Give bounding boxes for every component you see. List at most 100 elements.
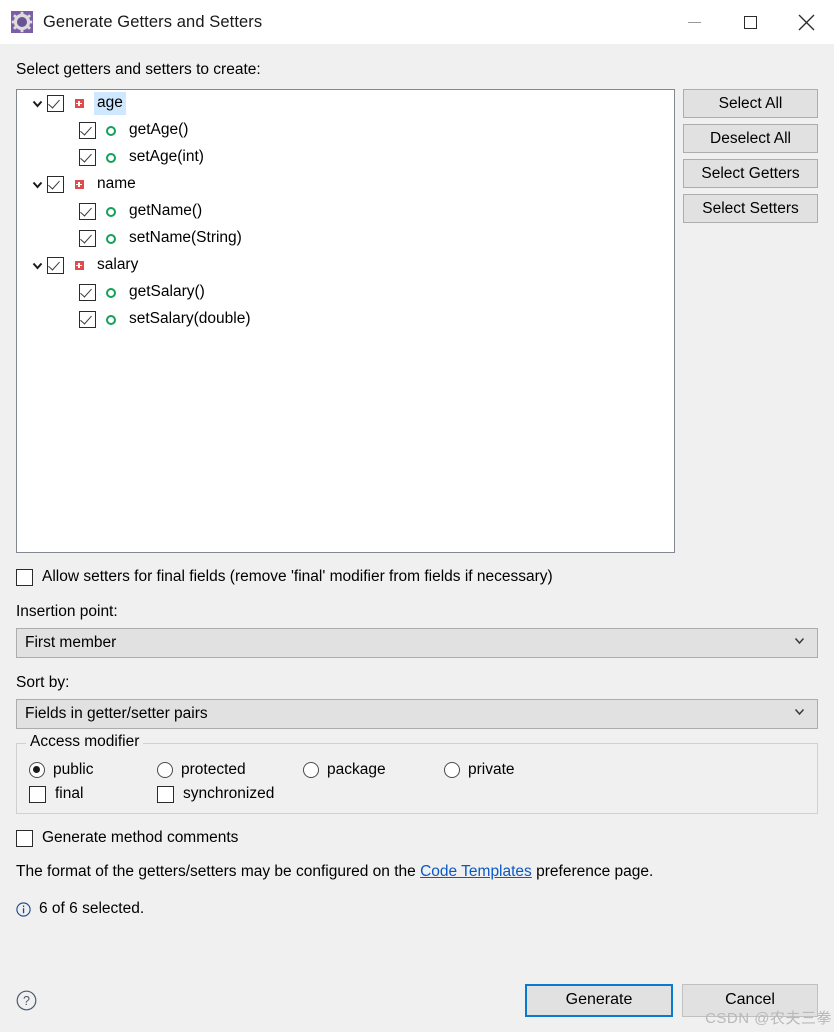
tree-row[interactable]: getSalary() (17, 279, 674, 306)
tree-row[interactable]: getName() (17, 198, 674, 225)
deselect-all-button[interactable]: Deselect All (683, 124, 818, 153)
tree-row[interactable]: setAge(int) (17, 144, 674, 171)
radio-protected[interactable]: protected (157, 761, 303, 779)
minimize-icon (688, 22, 701, 23)
generate-comments-label: Generate method comments (42, 828, 238, 848)
radio-package-label: package (327, 761, 386, 779)
access-modifier-title: Access modifier (26, 733, 143, 751)
sort-by-select[interactable]: Fields in getter/setter pairs (16, 699, 818, 729)
maximize-icon (744, 16, 757, 29)
public-method-icon (104, 286, 118, 300)
help-icon[interactable]: ? (16, 990, 37, 1011)
tree-checkbox[interactable] (47, 257, 64, 274)
check-synchronized-box[interactable] (157, 786, 174, 803)
tree-row[interactable]: getAge() (17, 117, 674, 144)
public-method-icon (104, 313, 118, 327)
tree-checkbox[interactable] (79, 284, 96, 301)
format-note-after: preference page. (532, 863, 654, 880)
insertion-point-label: Insertion point: (16, 602, 818, 622)
tree-row[interactable]: name (17, 171, 674, 198)
access-modifier-radios: public protected package private (29, 761, 805, 779)
tree-checkbox[interactable] (79, 230, 96, 247)
tree-checkbox[interactable] (79, 203, 96, 220)
minimize-button[interactable] (666, 0, 722, 44)
status-message: 6 of 6 selected. (16, 900, 818, 918)
svg-text:?: ? (23, 994, 30, 1008)
tree-item-label: getAge() (126, 119, 191, 142)
private-field-icon (72, 97, 86, 111)
radio-public[interactable]: public (29, 761, 157, 779)
tree-item-label: setSalary(double) (126, 308, 253, 331)
radio-package-indicator[interactable] (303, 762, 319, 778)
title-bar: Generate Getters and Setters (0, 0, 834, 44)
check-synchronized[interactable]: synchronized (157, 785, 274, 803)
check-final-box[interactable] (29, 786, 46, 803)
tree-checkbox[interactable] (47, 95, 64, 112)
tree-checkbox[interactable] (47, 176, 64, 193)
chevron-down-icon[interactable] (27, 97, 47, 110)
tree-checkbox[interactable] (79, 149, 96, 166)
insertion-point-select[interactable]: First member (16, 628, 818, 658)
tree-item-label: name (94, 173, 139, 196)
tree-row[interactable]: age (17, 90, 674, 117)
access-modifier-checks: final synchronized (29, 785, 805, 803)
radio-protected-indicator[interactable] (157, 762, 173, 778)
tree-checkbox[interactable] (79, 311, 96, 328)
allow-setters-final-label: Allow setters for final fields (remove '… (42, 567, 553, 587)
page-title: Select getters and setters to create: (16, 44, 818, 80)
format-note: The format of the getters/setters may be… (16, 862, 818, 882)
dialog-footer: ? Generate Cancel (16, 982, 818, 1018)
check-final[interactable]: final (29, 785, 157, 803)
sort-by-label: Sort by: (16, 673, 818, 693)
cancel-button[interactable]: Cancel (682, 984, 818, 1017)
tree-item-label: getName() (126, 200, 205, 223)
tree-item-label: setName(String) (126, 227, 245, 250)
tree-row[interactable]: salary (17, 252, 674, 279)
dialog-body: Select getters and setters to create: ag… (0, 44, 834, 1032)
insertion-point-value: First member (25, 634, 116, 652)
chevron-down-icon[interactable] (27, 178, 47, 191)
chevron-down-icon[interactable] (27, 259, 47, 272)
generate-comments-checkbox[interactable] (16, 830, 33, 847)
selection-buttons: Select All Deselect All Select Getters S… (683, 89, 818, 553)
public-method-icon (104, 205, 118, 219)
allow-setters-final-checkbox[interactable] (16, 569, 33, 586)
tree-item-label: setAge(int) (126, 146, 207, 169)
access-modifier-group: Access modifier public protected package… (16, 743, 818, 814)
allow-setters-final-row[interactable]: Allow setters for final fields (remove '… (16, 567, 818, 587)
sort-by-value: Fields in getter/setter pairs (25, 705, 208, 723)
tree-row[interactable]: setSalary(double) (17, 306, 674, 333)
check-final-label: final (55, 785, 83, 803)
tree-item-label: salary (94, 254, 141, 277)
tree-row[interactable]: setName(String) (17, 225, 674, 252)
generate-button[interactable]: Generate (525, 984, 673, 1017)
radio-public-label: public (53, 761, 94, 779)
tree-checkbox[interactable] (79, 122, 96, 139)
radio-public-indicator[interactable] (29, 762, 45, 778)
maximize-button[interactable] (722, 0, 778, 44)
select-all-button[interactable]: Select All (683, 89, 818, 118)
info-icon (16, 902, 31, 917)
private-field-icon (72, 259, 86, 273)
radio-private-label: private (468, 761, 515, 779)
radio-private[interactable]: private (444, 761, 515, 779)
public-method-icon (104, 151, 118, 165)
public-method-icon (104, 124, 118, 138)
status-text: 6 of 6 selected. (39, 900, 144, 918)
code-templates-link[interactable]: Code Templates (420, 863, 532, 880)
select-getters-button[interactable]: Select Getters (683, 159, 818, 188)
public-method-icon (104, 232, 118, 246)
radio-private-indicator[interactable] (444, 762, 460, 778)
chevron-down-icon (793, 705, 806, 723)
tree-item-label: getSalary() (126, 281, 208, 304)
members-tree[interactable]: age getAge() setAge(int) (16, 89, 675, 553)
selection-area: age getAge() setAge(int) (16, 89, 818, 553)
format-note-before: The format of the getters/setters may be… (16, 863, 420, 880)
select-setters-button[interactable]: Select Setters (683, 194, 818, 223)
radio-package[interactable]: package (303, 761, 444, 779)
close-button[interactable] (778, 0, 834, 44)
window-title: Generate Getters and Setters (43, 13, 262, 32)
generate-comments-row[interactable]: Generate method comments (16, 828, 818, 848)
gear-icon (11, 11, 33, 33)
check-synchronized-label: synchronized (183, 785, 274, 803)
